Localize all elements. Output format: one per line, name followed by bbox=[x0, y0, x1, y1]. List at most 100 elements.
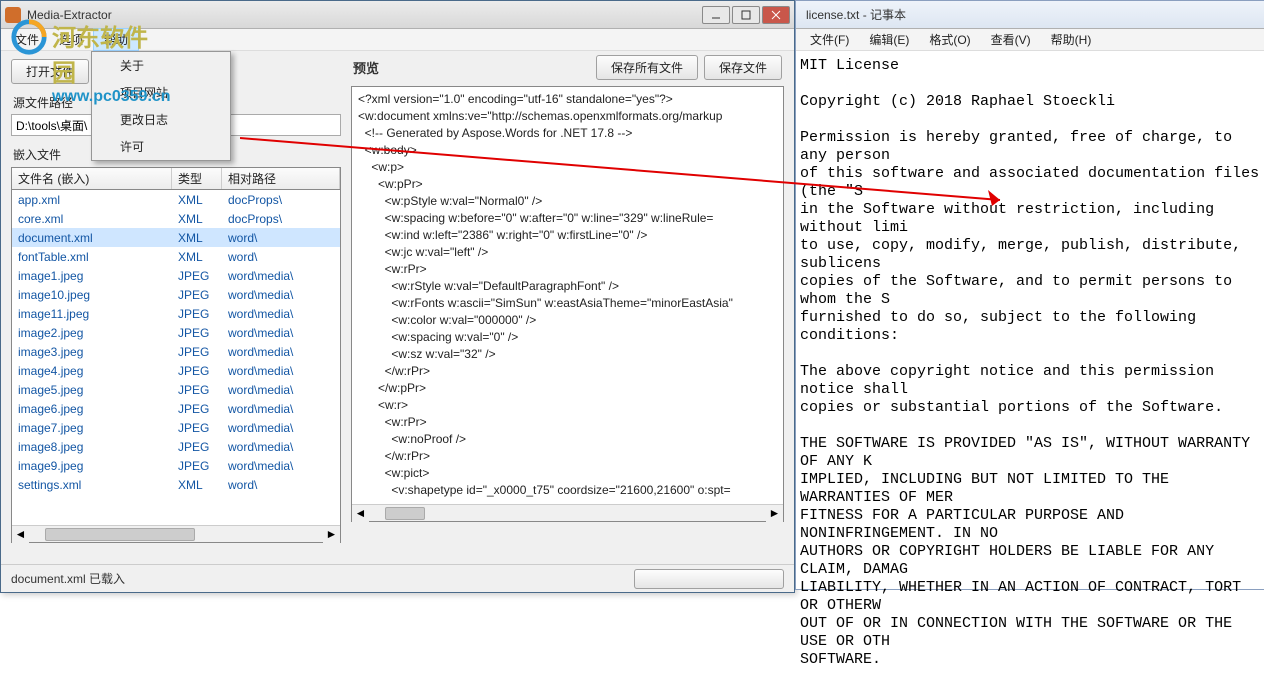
table-body: app.xmlXMLdocProps\core.xmlXMLdocProps\d… bbox=[12, 190, 340, 526]
cell-type: JPEG bbox=[172, 268, 222, 284]
cell-type: XML bbox=[172, 230, 222, 246]
notepad-menubar: 文件(F) 编辑(E) 格式(O) 查看(V) 帮助(H) bbox=[796, 29, 1264, 51]
preview-box: <?xml version="1.0" encoding="utf-16" st… bbox=[351, 86, 784, 522]
minimize-button[interactable] bbox=[702, 6, 730, 24]
cell-path: docProps\ bbox=[222, 211, 340, 227]
status-action-button[interactable] bbox=[634, 569, 784, 589]
table-row[interactable]: image10.jpegJPEGword\media\ bbox=[12, 285, 340, 304]
table-row[interactable]: image5.jpegJPEGword\media\ bbox=[12, 380, 340, 399]
cell-name: image11.jpeg bbox=[12, 306, 172, 322]
cell-name: image3.jpeg bbox=[12, 344, 172, 360]
table-row[interactable]: image3.jpegJPEGword\media\ bbox=[12, 342, 340, 361]
scroll-right-icon[interactable]: ► bbox=[323, 526, 340, 543]
table-row[interactable]: app.xmlXMLdocProps\ bbox=[12, 190, 340, 209]
np-menu-view[interactable]: 查看(V) bbox=[981, 29, 1041, 50]
th-name[interactable]: 文件名 (嵌入) bbox=[12, 168, 172, 189]
cell-name: image6.jpeg bbox=[12, 401, 172, 417]
np-menu-format[interactable]: 格式(O) bbox=[919, 29, 980, 50]
cell-name: settings.xml bbox=[12, 477, 172, 493]
cell-type: XML bbox=[172, 211, 222, 227]
cell-path: word\media\ bbox=[222, 306, 340, 322]
cell-name: image8.jpeg bbox=[12, 439, 172, 455]
close-button[interactable] bbox=[762, 6, 790, 24]
cell-path: word\media\ bbox=[222, 439, 340, 455]
table-row[interactable]: document.xmlXMLword\ bbox=[12, 228, 340, 247]
cell-type: JPEG bbox=[172, 401, 222, 417]
cell-name: core.xml bbox=[12, 211, 172, 227]
table-header: 文件名 (嵌入) 类型 相对路径 bbox=[12, 168, 340, 190]
table-row[interactable]: core.xmlXMLdocProps\ bbox=[12, 209, 340, 228]
np-menu-file[interactable]: 文件(F) bbox=[800, 29, 859, 50]
menu-help[interactable]: 帮助 bbox=[93, 28, 139, 51]
scroll-thumb[interactable] bbox=[385, 507, 425, 520]
preview-hscrollbar[interactable]: ◄ ► bbox=[352, 504, 783, 521]
cell-type: JPEG bbox=[172, 325, 222, 341]
table-row[interactable]: image8.jpegJPEGword\media\ bbox=[12, 437, 340, 456]
cell-type: JPEG bbox=[172, 287, 222, 303]
right-panel: 预览 保存所有文件 保存文件 <?xml version="1.0" encod… bbox=[351, 51, 784, 543]
cell-name: document.xml bbox=[12, 230, 172, 246]
scroll-right-icon[interactable]: ► bbox=[766, 505, 783, 522]
cell-type: JPEG bbox=[172, 458, 222, 474]
table-row[interactable]: fontTable.xmlXMLword\ bbox=[12, 247, 340, 266]
scroll-thumb[interactable] bbox=[45, 528, 195, 541]
notepad-body[interactable]: MIT License Copyright (c) 2018 Raphael S… bbox=[796, 51, 1264, 675]
open-file-button[interactable]: 打开文件 bbox=[11, 59, 89, 84]
notepad-window: license.txt - 记事本 文件(F) 编辑(E) 格式(O) 查看(V… bbox=[795, 0, 1264, 590]
cell-name: image1.jpeg bbox=[12, 268, 172, 284]
preview-label: 预览 bbox=[353, 58, 596, 77]
dropdown-site[interactable]: 项目网站 bbox=[92, 79, 230, 106]
table-row[interactable]: image1.jpegJPEGword\media\ bbox=[12, 266, 340, 285]
notepad-titlebar[interactable]: license.txt - 记事本 bbox=[796, 1, 1264, 29]
cell-path: word\media\ bbox=[222, 363, 340, 379]
table-row[interactable]: image4.jpegJPEGword\media\ bbox=[12, 361, 340, 380]
table-row[interactable]: image11.jpegJPEGword\media\ bbox=[12, 304, 340, 323]
maximize-button[interactable] bbox=[732, 6, 760, 24]
scroll-left-icon[interactable]: ◄ bbox=[352, 505, 369, 522]
cell-name: image7.jpeg bbox=[12, 420, 172, 436]
cell-name: image9.jpeg bbox=[12, 458, 172, 474]
np-menu-edit[interactable]: 编辑(E) bbox=[859, 29, 919, 50]
table-row[interactable]: image6.jpegJPEGword\media\ bbox=[12, 399, 340, 418]
cell-path: word\media\ bbox=[222, 458, 340, 474]
menu-options[interactable]: 选项 bbox=[49, 29, 93, 50]
table-row[interactable]: image2.jpegJPEGword\media\ bbox=[12, 323, 340, 342]
scroll-left-icon[interactable]: ◄ bbox=[12, 526, 29, 543]
table-row[interactable]: image7.jpegJPEGword\media\ bbox=[12, 418, 340, 437]
menu-file[interactable]: 文件 bbox=[5, 29, 49, 50]
status-text: document.xml 已载入 bbox=[11, 570, 624, 587]
cell-path: word\ bbox=[222, 477, 340, 493]
cell-name: image2.jpeg bbox=[12, 325, 172, 341]
cell-path: word\media\ bbox=[222, 287, 340, 303]
app-icon bbox=[5, 7, 21, 23]
np-menu-help[interactable]: 帮助(H) bbox=[1041, 29, 1102, 50]
cell-type: JPEG bbox=[172, 382, 222, 398]
cell-type: JPEG bbox=[172, 420, 222, 436]
media-extractor-window: Media-Extractor 文件 选项 帮助 关于 项目网站 更改日志 许可… bbox=[0, 0, 795, 593]
notepad-title: license.txt - 记事本 bbox=[800, 6, 1260, 23]
cell-name: image10.jpeg bbox=[12, 287, 172, 303]
dropdown-license[interactable]: 许可 bbox=[92, 133, 230, 160]
cell-path: word\ bbox=[222, 230, 340, 246]
cell-name: image5.jpeg bbox=[12, 382, 172, 398]
dropdown-changelog[interactable]: 更改日志 bbox=[92, 106, 230, 133]
th-path[interactable]: 相对路径 bbox=[222, 168, 340, 189]
table-hscrollbar[interactable]: ◄ ► bbox=[12, 525, 340, 542]
cell-path: word\media\ bbox=[222, 268, 340, 284]
titlebar[interactable]: Media-Extractor bbox=[1, 1, 794, 29]
th-type[interactable]: 类型 bbox=[172, 168, 222, 189]
help-dropdown: 关于 项目网站 更改日志 许可 bbox=[91, 51, 231, 161]
table-row[interactable]: image9.jpegJPEGword\media\ bbox=[12, 456, 340, 475]
cell-type: JPEG bbox=[172, 306, 222, 322]
cell-type: XML bbox=[172, 477, 222, 493]
dropdown-about[interactable]: 关于 bbox=[92, 52, 230, 79]
cell-path: word\media\ bbox=[222, 401, 340, 417]
table-row[interactable]: settings.xmlXMLword\ bbox=[12, 475, 340, 494]
cell-path: docProps\ bbox=[222, 192, 340, 208]
save-all-button[interactable]: 保存所有文件 bbox=[596, 55, 698, 80]
save-button[interactable]: 保存文件 bbox=[704, 55, 782, 80]
cell-path: word\media\ bbox=[222, 344, 340, 360]
preview-content[interactable]: <?xml version="1.0" encoding="utf-16" st… bbox=[352, 87, 783, 501]
cell-name: image4.jpeg bbox=[12, 363, 172, 379]
menubar: 文件 选项 帮助 bbox=[1, 29, 794, 51]
